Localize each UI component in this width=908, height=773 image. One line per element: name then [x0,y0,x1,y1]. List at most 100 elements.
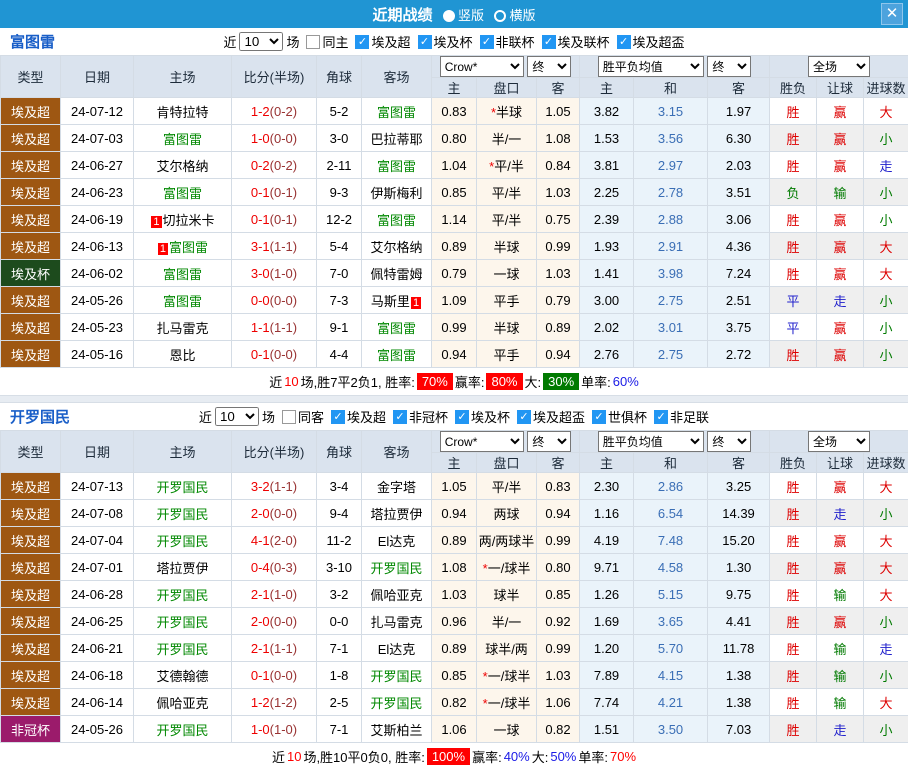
corner-cell: 0-0 [316,607,362,635]
euro-draw-odds: 6.54 [633,499,709,527]
home-team-name: 开罗国民 [156,587,209,603]
league-checkbox[interactable]: ✓ 埃及超盃 [616,32,685,51]
home-team-cell: 开罗国民 [133,607,232,635]
checkbox-unchecked-icon[interactable] [281,409,296,424]
result-cell: 胜 [769,124,818,152]
checkbox-checked-icon[interactable]: ✓ [592,409,607,424]
handicap-cell: 平/半 [476,178,537,206]
goals-result-cell: 大 [863,232,908,260]
asian-away-odds: 1.06 [535,688,581,716]
league-checkbox[interactable]: ✓ 埃及杯 [417,32,473,51]
match-count-select[interactable]: 10 [214,407,259,426]
checkbox-unchecked-icon[interactable] [306,34,321,49]
date-cell: 24-06-02 [60,259,134,287]
checkbox-checked-icon[interactable]: ✓ [417,34,432,49]
halftime-score: (0-0) [269,613,298,629]
result-cell: 胜 [769,607,818,635]
result-cell: 胜 [769,205,818,233]
euro-away-odds: 3.75 [707,313,771,341]
league-checkbox[interactable]: ✓ 埃及超盃 [517,407,585,426]
footer-text: 近 [269,375,283,390]
date-cell: 24-07-03 [60,124,134,152]
horizontal-radio-label[interactable]: 横版 [509,8,535,23]
league-checkbox[interactable]: ✓ 非冠杯 [392,407,448,426]
handicap-result-cell: 赢 [816,472,865,500]
checkbox-checked-icon[interactable]: ✓ [392,409,407,424]
league-checkbox[interactable]: ✓ 埃及联杯 [541,32,610,51]
asian-final-select[interactable]: 终 [527,431,572,452]
goals-result-cell: 小 [863,607,908,635]
match-count-select[interactable]: 10 [239,32,284,51]
halftime-score: (1-0) [269,265,298,281]
handicap-result-cell: 赢 [816,340,865,368]
league-checkbox[interactable]: ✓ 非足联 [654,407,709,426]
euro-away-odds: 1.30 [707,553,771,581]
footer-text: 60% [612,374,639,389]
euro-odds-header: 胜平负均值 终 [579,55,771,78]
bookmaker-select[interactable]: Crow* [439,431,524,452]
league-cell: 埃及超 [0,313,61,341]
odds-average-select[interactable]: 胜平负均值 [597,431,704,452]
vertical-radio[interactable] [442,9,455,22]
checkbox-checked-icon[interactable]: ✓ [455,409,469,424]
fulltime-score: 3-2 [250,478,270,494]
table-row: 埃及超 24-07-13 开罗国民 3-2(1-1) 3-4 金字塔 1.05 平/半 0.83… [0,472,908,500]
column-header: 客场 [361,430,432,473]
euro-final-select[interactable]: 终 [707,56,752,77]
scope-select[interactable]: 全场 [808,56,871,77]
checkbox-checked-icon[interactable]: ✓ [479,34,494,49]
halftime-score: (1-1) [269,238,298,254]
goals-result-cell: 小 [863,661,908,689]
away-team-name: 富图雷 [376,104,416,120]
header-row: 类型 日期 主场 比分(半场) 角球 客场 Crow* 终胜平负均值 终全场 [0,430,908,473]
table-row: 埃及超 24-06-18 艾德翰德 0-1(0-0) 1-8 开罗国民 0.85 *一/球半 1… [0,661,908,689]
checkbox-checked-icon[interactable]: ✓ [616,34,631,49]
table-row: 埃及超 24-05-26 富图雷 0-0(0-0) 7-3 马斯里 1 1.09 平手 0.79 3… [0,286,908,314]
handicap-result-cell: 走 [816,499,865,527]
date-cell: 24-07-04 [60,526,134,554]
asian-final-select[interactable]: 终 [527,56,572,77]
column-header: 日期 [60,430,134,473]
goals-result-cell: 小 [863,205,908,233]
euro-home-odds: 1.16 [579,499,635,527]
league-cell: 埃及杯 [0,259,61,287]
away-team-cell: 艾尔格纳 [361,232,432,260]
bookmaker-select[interactable]: Crow* [439,56,524,77]
fulltime-score: 1-2 [250,694,270,710]
league-cell: 埃及超 [0,634,61,662]
odds-average-select[interactable]: 胜平负均值 [597,56,704,77]
fulltime-score: 0-1 [250,184,270,200]
footer-text: 单率: [581,375,611,390]
recent-label: 近 [198,410,212,425]
date-cell: 24-06-18 [60,661,134,689]
recent-results-window: 近期战绩 竖版 横版 ✕ 富图雷近 10 场同主 ✓ 埃及超 ✓ 埃及杯 ✓ 非联杯 ✓ 埃及联杯 ✓… [0,0,908,773]
scope-select[interactable]: 全场 [808,431,871,452]
euro-final-select[interactable]: 终 [707,431,752,452]
league-checkbox[interactable]: ✓ 非联杯 [479,32,535,51]
euro-home-odds: 2.02 [579,313,635,341]
filter-controls: 近 10 场同客 ✓ 埃及超 ✓ 非冠杯 ✓ 埃及杯 ✓ 埃及超盃 ✓ 世俱杯 ✓ 非足联 [199,407,709,426]
checkbox-checked-icon[interactable]: ✓ [517,409,532,424]
league-checkbox[interactable]: ✓ 埃及超 [355,32,411,51]
away-team-name: 巴拉蒂耶 [370,131,423,147]
horizontal-radio[interactable] [494,9,507,22]
league-checkbox[interactable]: ✓ 埃及杯 [455,407,510,426]
checkbox-checked-icon[interactable]: ✓ [330,409,345,424]
euro-home-odds: 1.20 [579,634,635,662]
date-cell: 24-06-19 [60,205,134,233]
close-icon[interactable]: ✕ [881,3,903,25]
checkbox-checked-icon[interactable]: ✓ [541,34,556,49]
league-checkbox[interactable]: ✓ 埃及超 [330,407,386,426]
handicap-result-cell: 赢 [816,205,865,233]
league-checkbox-label: 埃及杯 [433,35,473,50]
euro-draw-odds: 2.75 [633,340,709,368]
same-venue-checkbox[interactable]: 同主 [306,32,348,51]
handicap-cell: 平/半 [476,205,537,233]
league-checkbox[interactable]: ✓ 世俱杯 [592,407,647,426]
checkbox-checked-icon[interactable]: ✓ [355,34,370,49]
same-venue-checkbox[interactable]: 同客 [281,407,324,426]
handicap-cell: *一/球半 [476,688,537,716]
section-divider [0,395,908,403]
vertical-radio-label[interactable]: 竖版 [458,8,484,23]
checkbox-checked-icon[interactable]: ✓ [654,409,669,424]
